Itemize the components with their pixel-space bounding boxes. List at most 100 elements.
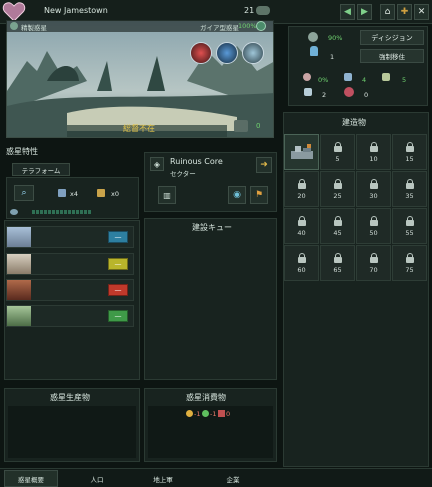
pop-chip-1[interactable]: —	[108, 231, 128, 243]
stat-jobs: 5	[402, 76, 407, 84]
modifier-icon-3[interactable]	[242, 42, 264, 64]
search-icon[interactable]: ⌕	[14, 185, 34, 201]
building-slot-locked[interactable]: 10	[356, 134, 391, 170]
resource-a-icon	[58, 189, 66, 197]
slot-unlock-pop: 55	[405, 228, 414, 237]
modifier-icon-2[interactable]	[216, 42, 238, 64]
planet-traits-title: 惑星特性	[6, 147, 38, 156]
slot-unlock-pop: 65	[333, 265, 342, 274]
sector-name[interactable]: Ruinous Core	[170, 157, 223, 166]
slot-unlock-pop: 35	[405, 191, 414, 200]
lock-icon	[369, 252, 378, 263]
tab-enterprise[interactable]: 企業	[206, 470, 260, 487]
building-slot-locked[interactable]: 25	[320, 171, 355, 207]
planet-class-icon	[10, 22, 18, 30]
building-slot-locked[interactable]: 45	[320, 208, 355, 244]
next-planet-button[interactable]: ▶	[357, 4, 372, 20]
upkeep-food: -1	[210, 410, 217, 418]
slot-unlock-pop: 5	[335, 154, 340, 163]
resource-b-count: x0	[111, 190, 119, 198]
building-slot-locked[interactable]: 75	[392, 245, 427, 281]
pop-row[interactable]: —	[6, 279, 134, 301]
sector-icon: ◈	[150, 157, 164, 171]
building-slot-locked[interactable]: 60	[284, 245, 319, 281]
tab-armies[interactable]: 地上軍	[136, 470, 190, 487]
energy-icon	[186, 410, 193, 417]
building-slot-locked[interactable]: 35	[392, 171, 427, 207]
habitability-label: ガイア型惑星	[200, 24, 239, 32]
pop-portrait-2	[7, 254, 31, 274]
gaia-planet-icon	[256, 21, 266, 31]
home-icon[interactable]: ⌂	[380, 4, 395, 20]
resource-a-count: x4	[70, 190, 78, 198]
pop-chip-3[interactable]: —	[108, 284, 128, 296]
lock-icon	[333, 252, 342, 263]
sector-stats-icon[interactable]: ▥	[158, 186, 176, 204]
lock-icon	[369, 178, 378, 189]
prev-planet-button[interactable]: ◀	[340, 4, 355, 20]
upkeep-energy: -1	[194, 410, 201, 418]
lock-icon	[297, 215, 306, 226]
pop-count: 1	[330, 53, 335, 61]
stat-housing: 2	[322, 91, 327, 99]
building-slot-locked[interactable]: 70	[356, 245, 391, 281]
planet-class: 精製惑星	[21, 24, 47, 32]
lock-icon	[333, 141, 342, 152]
governor-status: 総督不在	[123, 124, 155, 133]
sector-focus-icon[interactable]: ◉	[228, 186, 246, 204]
trait-progress-bar	[32, 210, 92, 214]
lock-icon	[369, 141, 378, 152]
building-slot-locked[interactable]: 50	[356, 208, 391, 244]
slot-unlock-pop: 10	[369, 154, 378, 163]
pop-portrait-1	[7, 227, 31, 247]
lock-icon	[405, 215, 414, 226]
construction-queue-title: 建設キュー	[192, 223, 232, 232]
minerals-icon	[218, 410, 225, 417]
tab-planet-overview[interactable]: 惑星概要	[4, 470, 58, 487]
pop-portrait-3	[7, 280, 31, 300]
tab-population[interactable]: 人口	[70, 470, 124, 487]
food-icon	[202, 410, 209, 417]
decisions-button[interactable]: ディシジョン	[360, 30, 424, 45]
lock-icon	[297, 252, 306, 263]
modifier-icon-1[interactable]	[190, 42, 212, 64]
upkeep-title: 惑星消費物	[186, 393, 226, 402]
stat-unrest: 0%	[318, 76, 329, 84]
building-slot-locked[interactable]: 40	[284, 208, 319, 244]
stability-icon	[234, 120, 248, 132]
pop-row[interactable]: —	[6, 226, 134, 248]
slot-unlock-pop: 60	[297, 265, 306, 274]
slot-unlock-pop: 75	[405, 265, 414, 274]
stat-crime: 0	[364, 91, 369, 99]
construction-queue-panel	[144, 218, 277, 380]
resettle-button[interactable]: 強制移住	[360, 49, 424, 63]
slot-unlock-pop: 45	[333, 228, 342, 237]
building-slot-locked[interactable]: 15	[392, 134, 427, 170]
pop-person-icon	[310, 46, 318, 56]
building-slot-locked[interactable]: 65	[320, 245, 355, 281]
terraform-tab-label: テラフォーム	[21, 166, 61, 175]
resettle-icon[interactable]: ✚	[397, 4, 412, 20]
close-icon[interactable]: ✕	[414, 4, 429, 20]
slot-unlock-pop: 40	[297, 228, 306, 237]
pop-row[interactable]: —	[6, 305, 134, 327]
terraform-tab[interactable]: テラフォーム	[12, 163, 70, 176]
sector-goto-icon[interactable]: ➜	[256, 157, 272, 173]
planet-name[interactable]: New Jamestown	[44, 6, 108, 15]
slot-unlock-pop: 15	[405, 154, 414, 163]
building-slot-capital[interactable]	[284, 134, 319, 170]
pop-row[interactable]: —	[6, 253, 134, 275]
building-slot-locked[interactable]: 5	[320, 134, 355, 170]
building-slot-locked[interactable]: 20	[284, 171, 319, 207]
jobs-icon	[382, 73, 390, 81]
pop-chip-4[interactable]: —	[108, 310, 128, 322]
sector-edict-icon[interactable]: ⚑	[250, 186, 268, 204]
slot-unlock-pop: 25	[333, 191, 342, 200]
building-slot-locked[interactable]: 30	[356, 171, 391, 207]
pop-chip-2[interactable]: —	[108, 258, 128, 270]
housing-icon	[304, 88, 312, 96]
worker-icon	[344, 73, 352, 81]
stability-bottom-value: 0	[256, 122, 261, 130]
resource-b-icon	[97, 189, 105, 197]
building-slot-locked[interactable]: 55	[392, 208, 427, 244]
